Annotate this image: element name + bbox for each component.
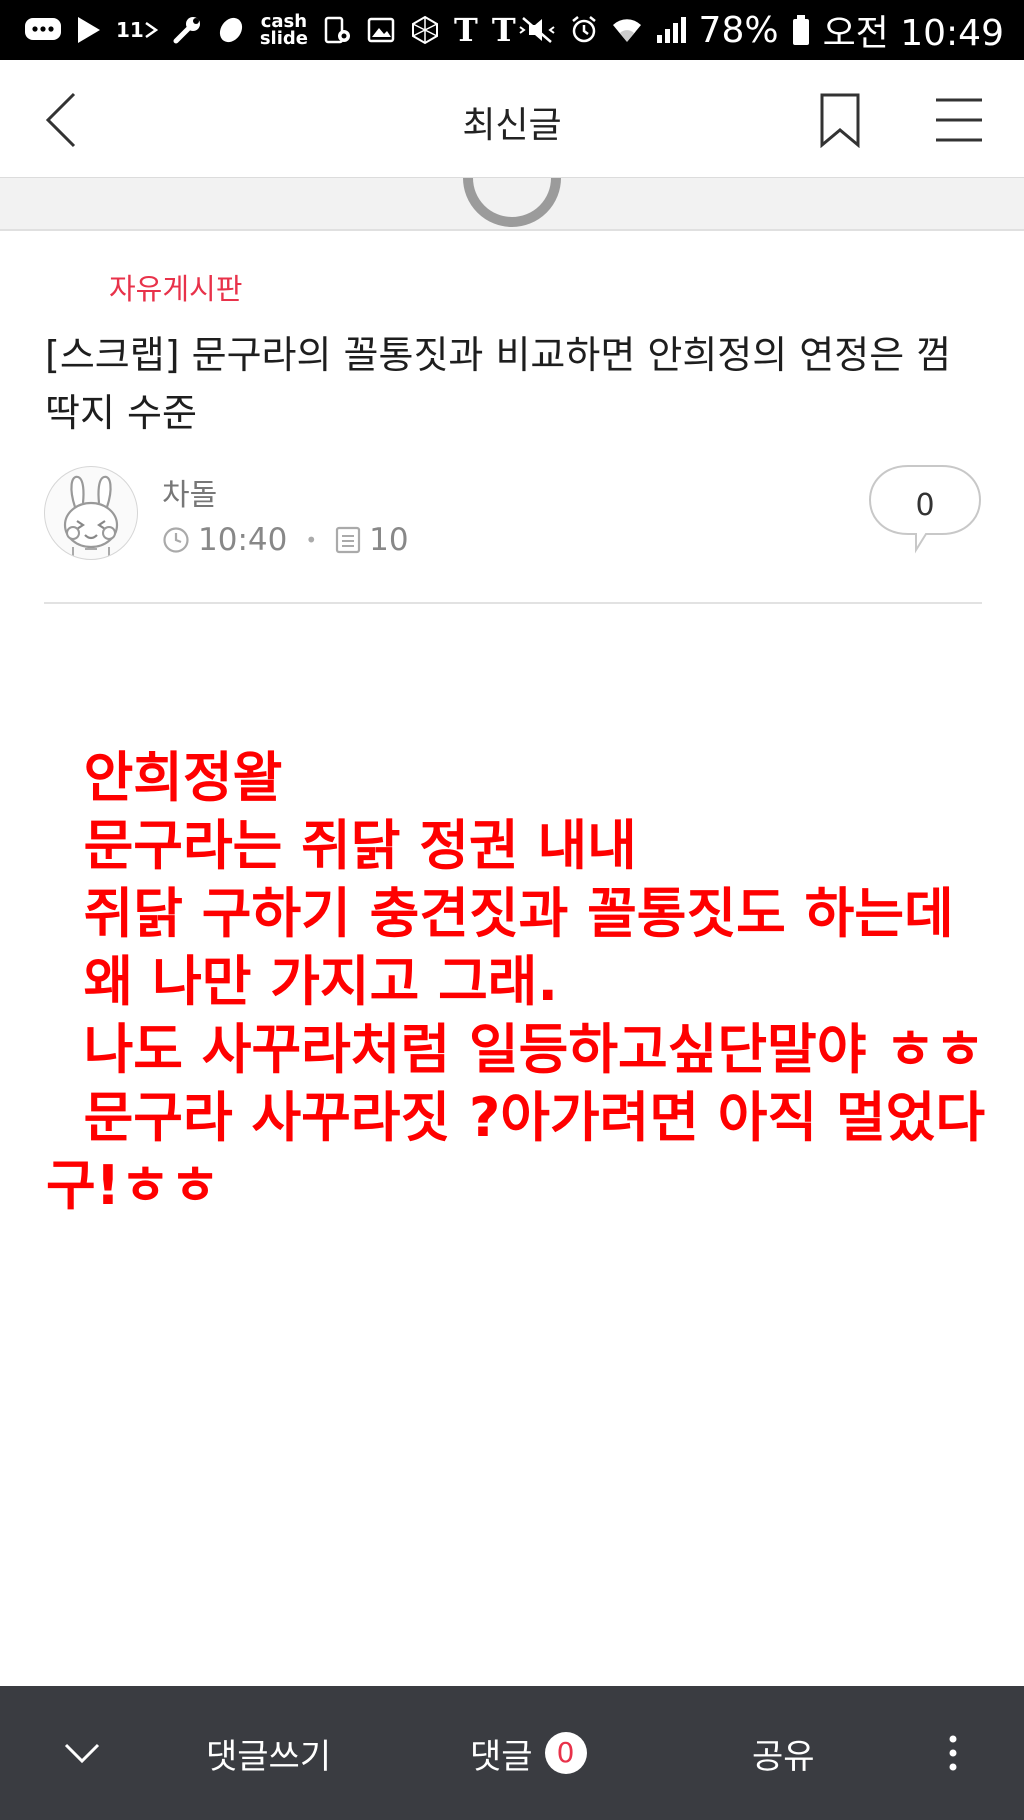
post-time: 10:40 [198, 522, 288, 558]
app-bar: 최신글 [0, 60, 1024, 178]
system-icons: 78% 오전 10:49 [517, 4, 1004, 56]
nyt-icon: T [491, 11, 516, 49]
board-name-link[interactable]: 자유게시판 [109, 266, 242, 308]
comment-count-bubble[interactable]: 0 [868, 464, 982, 566]
meta-separator: • [305, 528, 318, 552]
write-comment-label: 댓글쓰기 [206, 1736, 332, 1777]
write-comment-button[interactable]: 댓글쓰기 [206, 1686, 331, 1820]
hamburger-icon [936, 98, 982, 142]
comments-label: 댓글 [470, 1736, 533, 1777]
wrench-icon [172, 13, 202, 47]
share-button[interactable]: 공유 [752, 1686, 815, 1820]
author-avatar[interactable] [44, 466, 138, 560]
collapse-button[interactable] [62, 1686, 120, 1820]
more-vertical-icon [949, 1735, 957, 1771]
11st-icon: 11 [116, 13, 158, 47]
status-bar: 11 cash slide T T 78% 오전 10:49 [0, 0, 1024, 60]
screenshot-icon [322, 13, 352, 47]
comments-count-badge: 0 [544, 1732, 587, 1774]
author-name[interactable]: 차돌 [162, 470, 217, 514]
signal-icon [655, 13, 687, 47]
view-count: 10 [369, 522, 409, 558]
bookmark-icon [820, 93, 860, 149]
page-title: 최신글 [462, 105, 562, 146]
chevron-down-icon [64, 1743, 100, 1764]
nyt-icon: T [454, 11, 478, 49]
loading-spinner-icon [463, 178, 561, 227]
clock: 오전 10:49 [822, 13, 1004, 54]
bottom-action-bar: 댓글쓰기 댓글 0 공유 [0, 1686, 1024, 1820]
comments-button[interactable]: 댓글 0 [470, 1686, 587, 1820]
alarm-icon [569, 13, 599, 47]
cube-icon [410, 13, 440, 47]
nyt-letter: T [491, 11, 516, 49]
notification-icons: 11 cash slide T T [24, 11, 517, 49]
battery-percent: 78% [698, 9, 779, 51]
gallery-icon [366, 13, 396, 47]
bean-icon [216, 13, 246, 47]
clock-icon [163, 527, 189, 553]
cashslide-line2: slide [259, 28, 308, 49]
post-title: [스크랩] 문구라의 꼴통짓과 비교하면 안희정의 연정은 껌딱지 수준 [45, 333, 952, 435]
cashslide-icon: cash slide [259, 13, 308, 49]
post-body: 안희정왈 문구라는 쥐닭 정권 내내 쥐닭 구하기 충견짓과 꼴통짓도 하는데 … [46, 746, 986, 1217]
post-meta: 10:40 • 10 [162, 522, 409, 558]
nyt-letter: T [454, 11, 478, 49]
views-icon [336, 526, 361, 554]
refresh-loader [0, 178, 1024, 231]
message-icon [24, 13, 62, 47]
header-divider [44, 602, 982, 604]
11st-text: 11 [116, 17, 144, 42]
comment-count: 0 [915, 488, 935, 523]
battery-icon [791, 13, 811, 47]
mute-icon [517, 13, 557, 47]
rabbit-avatar-icon [63, 475, 119, 559]
menu-button[interactable] [934, 96, 984, 144]
play-icon [76, 13, 102, 47]
bookmark-button[interactable] [818, 92, 862, 149]
share-label: 공유 [752, 1736, 815, 1777]
wifi-icon [611, 13, 643, 47]
more-options-button[interactable] [938, 1686, 968, 1820]
